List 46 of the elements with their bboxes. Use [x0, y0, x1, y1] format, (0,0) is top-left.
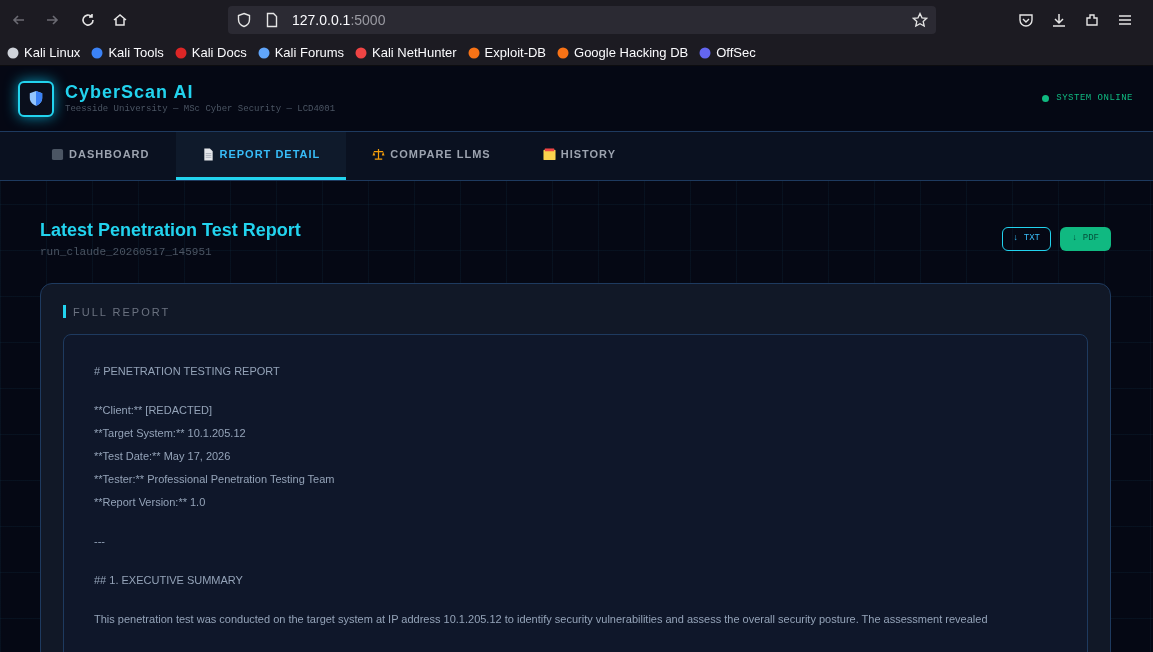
nav-tab[interactable]: REPORT DETAIL [175, 132, 347, 180]
report-line: # PENETRATION TESTING REPORT [94, 364, 281, 379]
section-heading: FULL REPORT [73, 304, 171, 320]
reload-icon[interactable] [80, 12, 96, 28]
app-title: CyberScan AI [65, 80, 195, 103]
nav-tab[interactable]: HISTORY [516, 132, 642, 180]
shield-icon [236, 12, 252, 28]
app-subtitle: Teesside University — MSc Cyber Security — LCD4001 [65, 102, 336, 116]
url-text: 127.0.0.1:5000 [292, 10, 387, 30]
star-icon[interactable] [912, 12, 928, 28]
report-line: This penetration test was conducted on the target system at IP address 10.1.205.12 to identify security vulnerabilities and assess the overall security posture. The assessment revealed [94, 612, 989, 627]
bookmark[interactable]: Kali Docs [173, 42, 247, 63]
scales-icon [372, 148, 386, 161]
accent-bar [63, 305, 66, 319]
report-line: **Client:** [REDACTED] [94, 403, 213, 418]
download-button[interactable]: ↓ TXT [1001, 227, 1051, 251]
nav-tab[interactable]: DASHBOARD [25, 132, 176, 180]
download-icon[interactable] [1051, 12, 1067, 28]
document-icon [201, 148, 215, 161]
report-line: **Tester:** Professional Penetration Testing Team [94, 472, 336, 487]
bookmark[interactable]: Kali Tools [90, 42, 164, 63]
bookmark[interactable]: Kali Linux [6, 42, 81, 63]
bookmark[interactable]: Google Hacking DB [556, 42, 689, 63]
address-bar[interactable]: 127.0.0.1:5000 [228, 6, 936, 34]
report-line: **Target System:** 10.1.205.12 [94, 426, 247, 441]
status-text: SYSTEM ONLINE [1056, 91, 1133, 105]
menu-icon[interactable] [1117, 12, 1133, 28]
pocket-icon[interactable] [1018, 12, 1034, 28]
bookmark[interactable]: Kali NetHunter [354, 42, 457, 63]
report-line: **Test Date:** May 17, 2026 [94, 449, 232, 464]
page-icon [264, 12, 280, 28]
page-title: Latest Penetration Test Report [40, 219, 301, 242]
download-button[interactable]: ↓ PDF [1060, 227, 1111, 251]
extensions-icon[interactable] [1084, 12, 1100, 28]
report-line: **Report Version:** 1.0 [94, 495, 207, 510]
bookmark[interactable]: Kali Forums [256, 42, 345, 63]
shield-logo-icon [18, 80, 54, 117]
bookmark[interactable]: OffSec [698, 42, 756, 63]
report-line: ## 1. EXECUTIVE SUMMARY [94, 573, 244, 588]
bookmark[interactable]: Exploit-DB [466, 42, 547, 63]
nav-tab[interactable]: COMPARE LLMS [346, 132, 517, 180]
square-icon [51, 148, 64, 161]
run-id: run_claude_20260517_145951 [40, 245, 213, 260]
folder-icon [542, 148, 556, 161]
home-icon[interactable] [112, 12, 128, 28]
report-line: --- [94, 534, 106, 549]
